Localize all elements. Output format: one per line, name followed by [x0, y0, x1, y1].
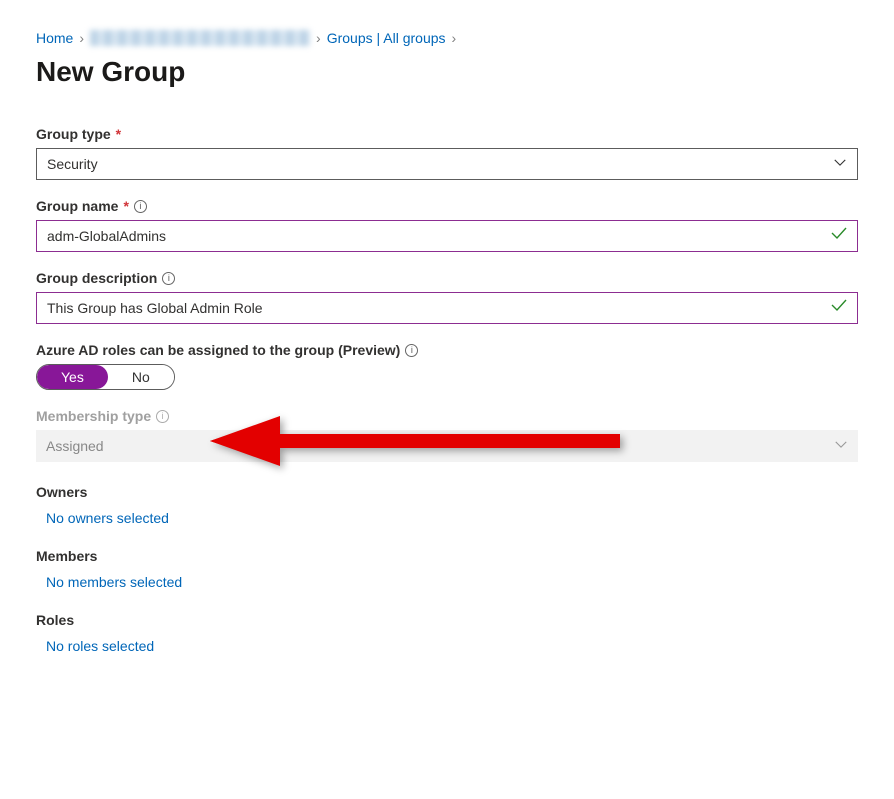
- page-title: New Group: [36, 56, 858, 88]
- required-star-icon: *: [116, 126, 121, 142]
- group-name-field: Group name * i adm-GlobalAdmins: [36, 198, 858, 252]
- group-type-label: Group type *: [36, 126, 858, 142]
- group-name-input[interactable]: adm-GlobalAdmins: [36, 220, 858, 252]
- chevron-right-icon: ›: [79, 30, 84, 46]
- info-icon[interactable]: i: [162, 272, 175, 285]
- chevron-down-icon: [833, 156, 847, 173]
- info-icon[interactable]: i: [134, 200, 147, 213]
- group-name-label: Group name * i: [36, 198, 858, 214]
- members-section: Members No members selected: [36, 548, 858, 590]
- owners-select-link[interactable]: No owners selected: [36, 510, 858, 526]
- dropdown-value: Security: [47, 156, 98, 172]
- breadcrumb: Home › › Groups | All groups ›: [36, 30, 858, 46]
- label-text: Group type: [36, 126, 111, 142]
- roles-assignable-label: Azure AD roles can be assigned to the gr…: [36, 342, 858, 358]
- info-icon[interactable]: i: [405, 344, 418, 357]
- roles-select-link[interactable]: No roles selected: [36, 638, 858, 654]
- roles-assignable-toggle[interactable]: Yes No: [36, 364, 175, 390]
- membership-type-dropdown: Assigned: [36, 430, 858, 462]
- checkmark-icon: [829, 223, 849, 249]
- group-description-label: Group description i: [36, 270, 858, 286]
- breadcrumb-tenant-redacted: [90, 30, 310, 46]
- input-value: adm-GlobalAdmins: [47, 228, 166, 244]
- roles-heading: Roles: [36, 612, 858, 628]
- membership-type-field: Membership type i Assigned: [36, 408, 858, 462]
- membership-type-label: Membership type i: [36, 408, 858, 424]
- chevron-right-icon: ›: [452, 30, 457, 46]
- label-text: Membership type: [36, 408, 151, 424]
- roles-assignable-field: Azure AD roles can be assigned to the gr…: [36, 342, 858, 390]
- breadcrumb-home-link[interactable]: Home: [36, 30, 73, 46]
- owners-heading: Owners: [36, 484, 858, 500]
- chevron-down-icon: [834, 438, 848, 455]
- dropdown-value: Assigned: [46, 438, 104, 454]
- checkmark-icon: [829, 295, 849, 321]
- roles-section: Roles No roles selected: [36, 612, 858, 654]
- group-description-input[interactable]: This Group has Global Admin Role: [36, 292, 858, 324]
- members-select-link[interactable]: No members selected: [36, 574, 858, 590]
- group-description-field: Group description i This Group has Globa…: [36, 270, 858, 324]
- members-heading: Members: [36, 548, 858, 564]
- group-type-field: Group type * Security: [36, 126, 858, 180]
- label-text: Group name: [36, 198, 118, 214]
- toggle-no[interactable]: No: [108, 365, 174, 389]
- label-text: Group description: [36, 270, 157, 286]
- group-type-dropdown[interactable]: Security: [36, 148, 858, 180]
- required-star-icon: *: [123, 198, 128, 214]
- toggle-yes[interactable]: Yes: [37, 365, 108, 389]
- breadcrumb-groups-link[interactable]: Groups | All groups: [327, 30, 446, 46]
- input-value: This Group has Global Admin Role: [47, 300, 263, 316]
- owners-section: Owners No owners selected: [36, 484, 858, 526]
- chevron-right-icon: ›: [316, 30, 321, 46]
- label-text: Azure AD roles can be assigned to the gr…: [36, 342, 400, 358]
- info-icon: i: [156, 410, 169, 423]
